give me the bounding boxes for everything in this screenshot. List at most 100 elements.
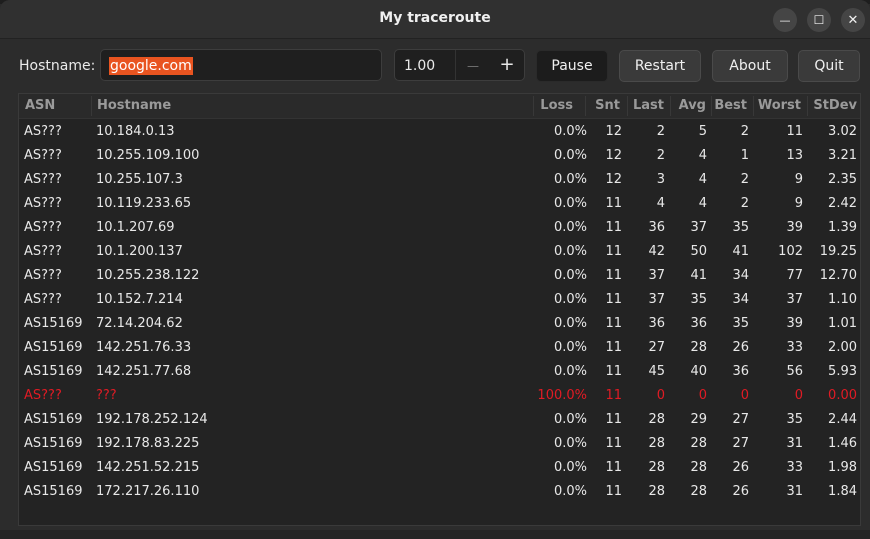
cell-loss: 0.0% <box>553 244 587 259</box>
column-header-last[interactable]: Last <box>629 98 664 113</box>
table-row[interactable]: AS15169 142.251.52.215 0.0% 11 28 28 26 33 1.98 <box>19 455 860 479</box>
cell-hostname: 142.251.77.68 <box>96 364 192 379</box>
spin-divider <box>455 50 456 80</box>
cell-loss: 0.0% <box>553 148 587 163</box>
decrement-button[interactable]: — <box>457 50 489 80</box>
cell-stdev: 5.93 <box>828 364 857 379</box>
minimize-icon: — <box>779 14 791 27</box>
table-row[interactable]: AS??? 10.119.233.65 0.0% 11 4 4 2 9 2.42 <box>19 191 860 215</box>
column-header-loss[interactable]: Loss <box>535 98 573 113</box>
column-divider <box>753 96 754 116</box>
hops-table[interactable]: ASN Hostname Loss Snt Last Avg Best Wors… <box>18 93 861 526</box>
cell-hostname: 10.1.200.137 <box>96 244 183 259</box>
cell-asn: AS15169 <box>24 316 83 331</box>
cell-last: 27 <box>648 340 665 355</box>
cell-hostname: 172.217.26.110 <box>96 484 200 499</box>
maximize-button[interactable]: ☐ <box>807 8 831 32</box>
table-row[interactable]: AS??? 10.184.0.13 0.0% 12 2 5 2 11 3.02 <box>19 119 860 143</box>
about-button[interactable]: About <box>712 50 788 82</box>
cell-avg: 29 <box>690 412 707 427</box>
cell-stdev: 1.98 <box>828 460 857 475</box>
table-row[interactable]: AS15169 142.251.76.33 0.0% 11 27 28 26 33 2.00 <box>19 335 860 359</box>
cell-avg: 35 <box>690 292 707 307</box>
cell-sent: 11 <box>605 436 622 451</box>
column-header-sent[interactable]: Snt <box>587 98 620 113</box>
cell-last: 3 <box>656 172 665 187</box>
table-row[interactable]: AS??? 10.152.7.214 0.0% 11 37 35 34 37 1.10 <box>19 287 860 311</box>
cell-worst: 31 <box>786 436 803 451</box>
minus-icon: — <box>467 59 479 73</box>
hostname-input[interactable]: google.com <box>100 49 382 81</box>
column-divider <box>533 96 534 116</box>
column-divider <box>91 96 92 116</box>
cell-avg: 28 <box>690 460 707 475</box>
cell-stdev: 1.84 <box>828 484 857 499</box>
column-header-stdev[interactable]: StDev <box>809 98 857 113</box>
toolbar: Hostname: google.com 1.00 — + Pause Rest… <box>0 39 870 91</box>
cell-loss: 100.0% <box>537 388 587 403</box>
cell-sent: 12 <box>605 148 622 163</box>
table-row[interactable]: AS??? 10.255.109.100 0.0% 12 2 4 1 13 3.21 <box>19 143 860 167</box>
cell-hostname: 10.255.238.122 <box>96 268 200 283</box>
cell-avg: 28 <box>690 436 707 451</box>
cell-asn: AS??? <box>24 268 62 283</box>
cell-asn: AS15169 <box>24 436 83 451</box>
cell-stdev: 1.39 <box>828 220 857 235</box>
cell-last: 28 <box>648 412 665 427</box>
cell-sent: 11 <box>605 340 622 355</box>
cell-avg: 4 <box>698 148 707 163</box>
column-header-best[interactable]: Best <box>713 98 747 113</box>
cell-avg: 28 <box>690 484 707 499</box>
pause-button[interactable]: Pause <box>536 50 608 82</box>
cell-sent: 11 <box>605 460 622 475</box>
cell-sent: 11 <box>605 316 622 331</box>
column-divider <box>627 96 628 116</box>
table-row[interactable]: AS??? 10.255.107.3 0.0% 12 3 4 2 9 2.35 <box>19 167 860 191</box>
table-row[interactable]: AS15169 192.178.252.124 0.0% 11 28 29 27 35 2.44 <box>19 407 860 431</box>
table-row[interactable]: AS??? 10.1.207.69 0.0% 11 36 37 35 39 1.39 <box>19 215 860 239</box>
table-row[interactable]: AS15169 142.251.77.68 0.0% 11 45 40 36 56 5.93 <box>19 359 860 383</box>
cell-stdev: 3.21 <box>828 148 857 163</box>
quit-button[interactable]: Quit <box>798 50 860 82</box>
cell-loss: 0.0% <box>553 412 587 427</box>
maximize-icon: ☐ <box>813 13 825 27</box>
cell-asn: AS??? <box>24 220 62 235</box>
cell-hostname: 10.152.7.214 <box>96 292 183 307</box>
cell-stdev: 12.70 <box>819 268 857 283</box>
cell-loss: 0.0% <box>553 340 587 355</box>
cell-worst: 31 <box>786 484 803 499</box>
column-header-avg[interactable]: Avg <box>672 98 706 113</box>
cell-stdev: 1.10 <box>828 292 857 307</box>
cell-worst: 9 <box>794 196 803 211</box>
table-row[interactable]: AS15169 192.178.83.225 0.0% 11 28 28 27 31 1.46 <box>19 431 860 455</box>
column-header-asn[interactable]: ASN <box>25 98 55 113</box>
cell-stdev: 2.35 <box>828 172 857 187</box>
column-header-worst[interactable]: Worst <box>755 98 801 113</box>
table-row[interactable]: AS??? 10.255.238.122 0.0% 11 37 41 34 77 12.70 <box>19 263 860 287</box>
restart-button[interactable]: Restart <box>619 50 701 82</box>
cell-asn: AS15169 <box>24 340 83 355</box>
cell-avg: 4 <box>698 196 707 211</box>
interval-spinbox[interactable]: 1.00 — + <box>394 49 525 81</box>
cell-last: 2 <box>656 124 665 139</box>
minimize-button[interactable]: — <box>773 8 797 32</box>
cell-best: 35 <box>732 220 749 235</box>
close-button[interactable]: ✕ <box>841 8 865 32</box>
table-row[interactable]: AS?????? 100.0% 11 0 0 0 0 0.00 <box>19 383 860 407</box>
cell-avg: 5 <box>698 124 707 139</box>
cell-best: 26 <box>732 460 749 475</box>
cell-hostname: 192.178.83.225 <box>96 436 200 451</box>
cell-hostname: 10.1.207.69 <box>96 220 175 235</box>
cell-worst: 56 <box>786 364 803 379</box>
cell-sent: 11 <box>605 412 622 427</box>
table-row[interactable]: AS15169 72.14.204.62 0.0% 11 36 36 35 39 1.01 <box>19 311 860 335</box>
increment-button[interactable]: + <box>491 50 523 80</box>
cell-loss: 0.0% <box>553 124 587 139</box>
cell-last: 45 <box>648 364 665 379</box>
table-row[interactable]: AS15169 172.217.26.110 0.0% 11 28 28 26 31 1.84 <box>19 479 860 503</box>
cell-hostname: 142.251.76.33 <box>96 340 192 355</box>
cell-last: 36 <box>648 220 665 235</box>
cell-asn: AS??? <box>24 172 62 187</box>
column-header-hostname[interactable]: Hostname <box>97 98 171 113</box>
table-row[interactable]: AS??? 10.1.200.137 0.0% 11 42 50 41 102 19.25 <box>19 239 860 263</box>
